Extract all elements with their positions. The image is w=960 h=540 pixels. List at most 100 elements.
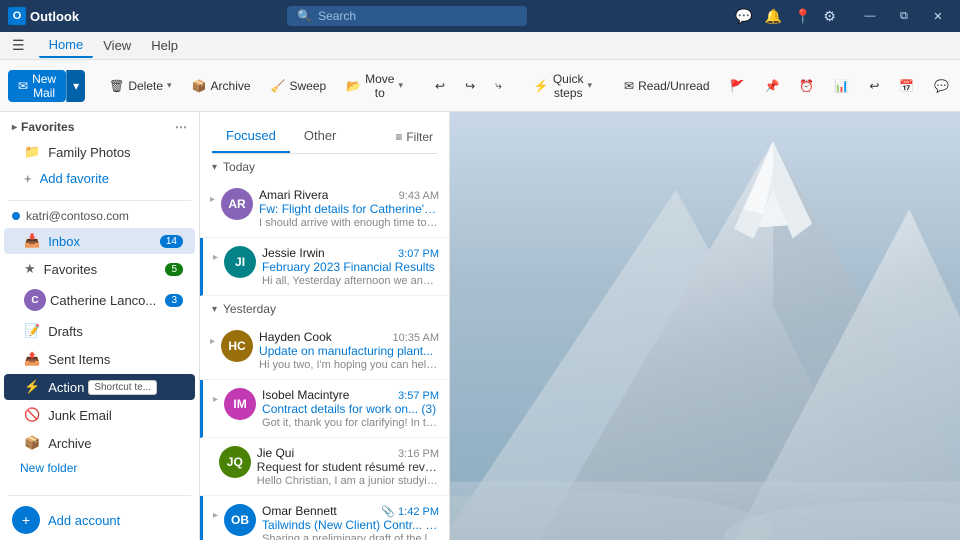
sidebar-item-sent[interactable]: 📤 Sent Items xyxy=(4,346,195,372)
sidebar-item-favorites[interactable]: ★ Favorites 5 xyxy=(4,256,195,282)
email-item-jessie[interactable]: ▸ JI Jessie Irwin 3:07 PM February 2023 … xyxy=(200,238,449,296)
sidebar-item-archive[interactable]: 📦 Archive xyxy=(4,430,195,456)
sidebar: ▸ Favorites ⋯ 📁 Family Photos + Add favo… xyxy=(0,112,200,540)
email-item-isobel[interactable]: ▸ IM Isobel Macintyre 3:57 PM Contract d… xyxy=(200,380,449,438)
action-shortcut: Shortcut te... xyxy=(88,380,157,395)
undo2-button[interactable]: ↩ xyxy=(861,70,887,102)
new-mail-dropdown[interactable]: ▾ xyxy=(66,70,85,102)
filter-icon: ≡ xyxy=(395,130,402,144)
time-isobel: 3:57 PM xyxy=(398,390,439,402)
move-to-button[interactable]: 📂 Move to ▾ xyxy=(338,70,411,102)
view-button[interactable]: 📊 xyxy=(826,70,857,102)
favorites-options-icon[interactable]: ⋯ xyxy=(175,120,187,134)
sweep-label: Sweep xyxy=(289,79,326,93)
quick-steps-arrow: ▾ xyxy=(588,80,593,91)
chat-icon[interactable]: 💬 xyxy=(735,8,752,25)
tab-other[interactable]: Other xyxy=(290,120,351,153)
subject-hayden: Update on manufacturing plant... xyxy=(259,344,439,358)
tab-home[interactable]: Home xyxy=(39,33,94,58)
read-unread-button[interactable]: ✉ Read/Unread xyxy=(616,70,717,102)
forward-button[interactable]: ↪ xyxy=(457,70,483,102)
new-folder-link[interactable]: New folder xyxy=(0,457,199,479)
pin-button[interactable]: 📌 xyxy=(756,70,787,102)
search-input[interactable] xyxy=(318,9,508,23)
settings-icon[interactable]: ⚙ xyxy=(823,8,836,25)
add-favorite-icon: + xyxy=(24,171,32,186)
tab-focused[interactable]: Focused xyxy=(212,120,290,153)
quick-steps-label: Quick steps xyxy=(553,72,584,100)
favorites-badge: 5 xyxy=(165,263,183,276)
move-icon: 📂 xyxy=(346,79,361,93)
notifications-icon[interactable]: 🔔 xyxy=(765,8,782,25)
search-bar[interactable]: 🔍 xyxy=(287,6,527,26)
email-list: ▾ Today ▸ AR Amari Rivera 9:43 AM Fw: Fl… xyxy=(200,154,449,540)
hamburger-menu[interactable]: ☰ xyxy=(8,35,29,56)
catherine-avatar: C xyxy=(24,289,46,311)
expand-amari: ▸ xyxy=(210,188,215,205)
chat-reply-button[interactable]: 💬 xyxy=(926,70,957,102)
move-arrow: ▾ xyxy=(398,80,403,91)
email-item-omar[interactable]: ▸ OB Omar Bennett 📎 1:42 PM Tailwinds (N… xyxy=(200,496,449,540)
tab-help[interactable]: Help xyxy=(141,34,188,57)
filter-button[interactable]: ≡ Filter xyxy=(391,120,437,153)
quick-steps-button[interactable]: ⚡ Quick steps ▾ xyxy=(526,70,600,102)
delete-arrow: ▾ xyxy=(167,80,172,91)
account-label: katri@contoso.com xyxy=(26,209,129,223)
sidebar-spacer xyxy=(0,479,199,491)
sidebar-divider-bottom xyxy=(8,495,191,496)
yesterday-section-header[interactable]: ▾ Yesterday xyxy=(200,296,449,322)
move-to-label: Move to xyxy=(365,72,394,100)
today-label: Today xyxy=(223,160,255,174)
add-account-row[interactable]: + Add account xyxy=(0,500,199,540)
sidebar-item-action[interactable]: ⚡ Action Shortcut te... xyxy=(4,374,195,400)
minimize-button[interactable]: — xyxy=(856,2,884,30)
email-content-isobel: Isobel Macintyre 3:57 PM Contract detail… xyxy=(262,388,439,429)
email-item-left-jie: JQ xyxy=(210,446,251,487)
email-item-jie[interactable]: JQ Jie Qui 3:16 PM Request for student r… xyxy=(200,438,449,496)
mountain-svg xyxy=(450,112,960,540)
calendar-button[interactable]: 📅 xyxy=(891,70,922,102)
expand-jessie: ▸ xyxy=(213,246,218,263)
tab-view[interactable]: View xyxy=(93,34,141,57)
email-item-amari[interactable]: ▸ AR Amari Rivera 9:43 AM Fw: Flight det… xyxy=(200,180,449,238)
inbox-badge: 14 xyxy=(160,235,183,248)
window-controls: — ⧉ ✕ xyxy=(856,2,952,30)
sweep-button[interactable]: 🧹 Sweep xyxy=(263,70,335,102)
new-mail-button[interactable]: ✉ New Mail xyxy=(8,70,66,102)
location-icon[interactable]: 📍 xyxy=(794,8,811,25)
account-dot xyxy=(12,212,20,220)
archive-icon: 📦 xyxy=(192,79,207,93)
sidebar-item-family-photos[interactable]: 📁 Family Photos xyxy=(4,139,195,165)
sender-hayden: Hayden Cook xyxy=(259,330,332,344)
close-button[interactable]: ✕ xyxy=(924,2,952,30)
favorites-header[interactable]: ▸ Favorites ⋯ xyxy=(0,116,199,138)
reply-button[interactable]: ⤷ xyxy=(487,70,510,102)
favorites-collapse-icon: ▸ xyxy=(12,122,17,133)
avatar-amari: AR xyxy=(221,188,253,220)
email-item-hayden[interactable]: ▸ HC Hayden Cook 10:35 AM Update on manu… xyxy=(200,322,449,380)
sidebar-item-drafts[interactable]: 📝 Drafts xyxy=(4,318,195,344)
attachment-icon: 📎 xyxy=(381,505,395,518)
archive-folder-icon: 📦 xyxy=(24,435,40,451)
filter-label: Filter xyxy=(406,130,433,144)
email-content-omar: Omar Bennett 📎 1:42 PM Tailwinds (New Cl… xyxy=(262,504,439,540)
favorites-nav-label: Favorites xyxy=(44,262,97,277)
sidebar-item-junk[interactable]: 🚫 Junk Email xyxy=(4,402,195,428)
sidebar-item-catherine[interactable]: C Catherine Lanco... 3 xyxy=(4,284,195,316)
today-collapse-icon: ▾ xyxy=(212,162,217,173)
time-amari: 9:43 AM xyxy=(399,190,439,202)
restore-button[interactable]: ⧉ xyxy=(890,2,918,30)
email-header-hayden: Hayden Cook 10:35 AM xyxy=(259,330,439,344)
undo-button[interactable]: ↩ xyxy=(427,70,453,102)
archive-button[interactable]: 📦 Archive xyxy=(184,70,259,102)
delete-button[interactable]: 🗑 Delete ▾ xyxy=(101,70,179,102)
today-section-header[interactable]: ▾ Today xyxy=(200,154,449,180)
expand-hayden: ▸ xyxy=(210,330,215,347)
sidebar-item-add-favorite[interactable]: + Add favorite xyxy=(4,166,195,191)
sender-jessie: Jessie Irwin xyxy=(262,246,325,260)
flag-button[interactable]: 🚩 xyxy=(722,70,753,102)
sidebar-item-inbox[interactable]: 📥 Inbox 14 xyxy=(4,228,195,254)
favorites-icon: ★ xyxy=(24,261,36,277)
email-item-left-hayden: ▸ HC xyxy=(210,330,253,371)
clock-button[interactable]: ⏰ xyxy=(791,70,822,102)
